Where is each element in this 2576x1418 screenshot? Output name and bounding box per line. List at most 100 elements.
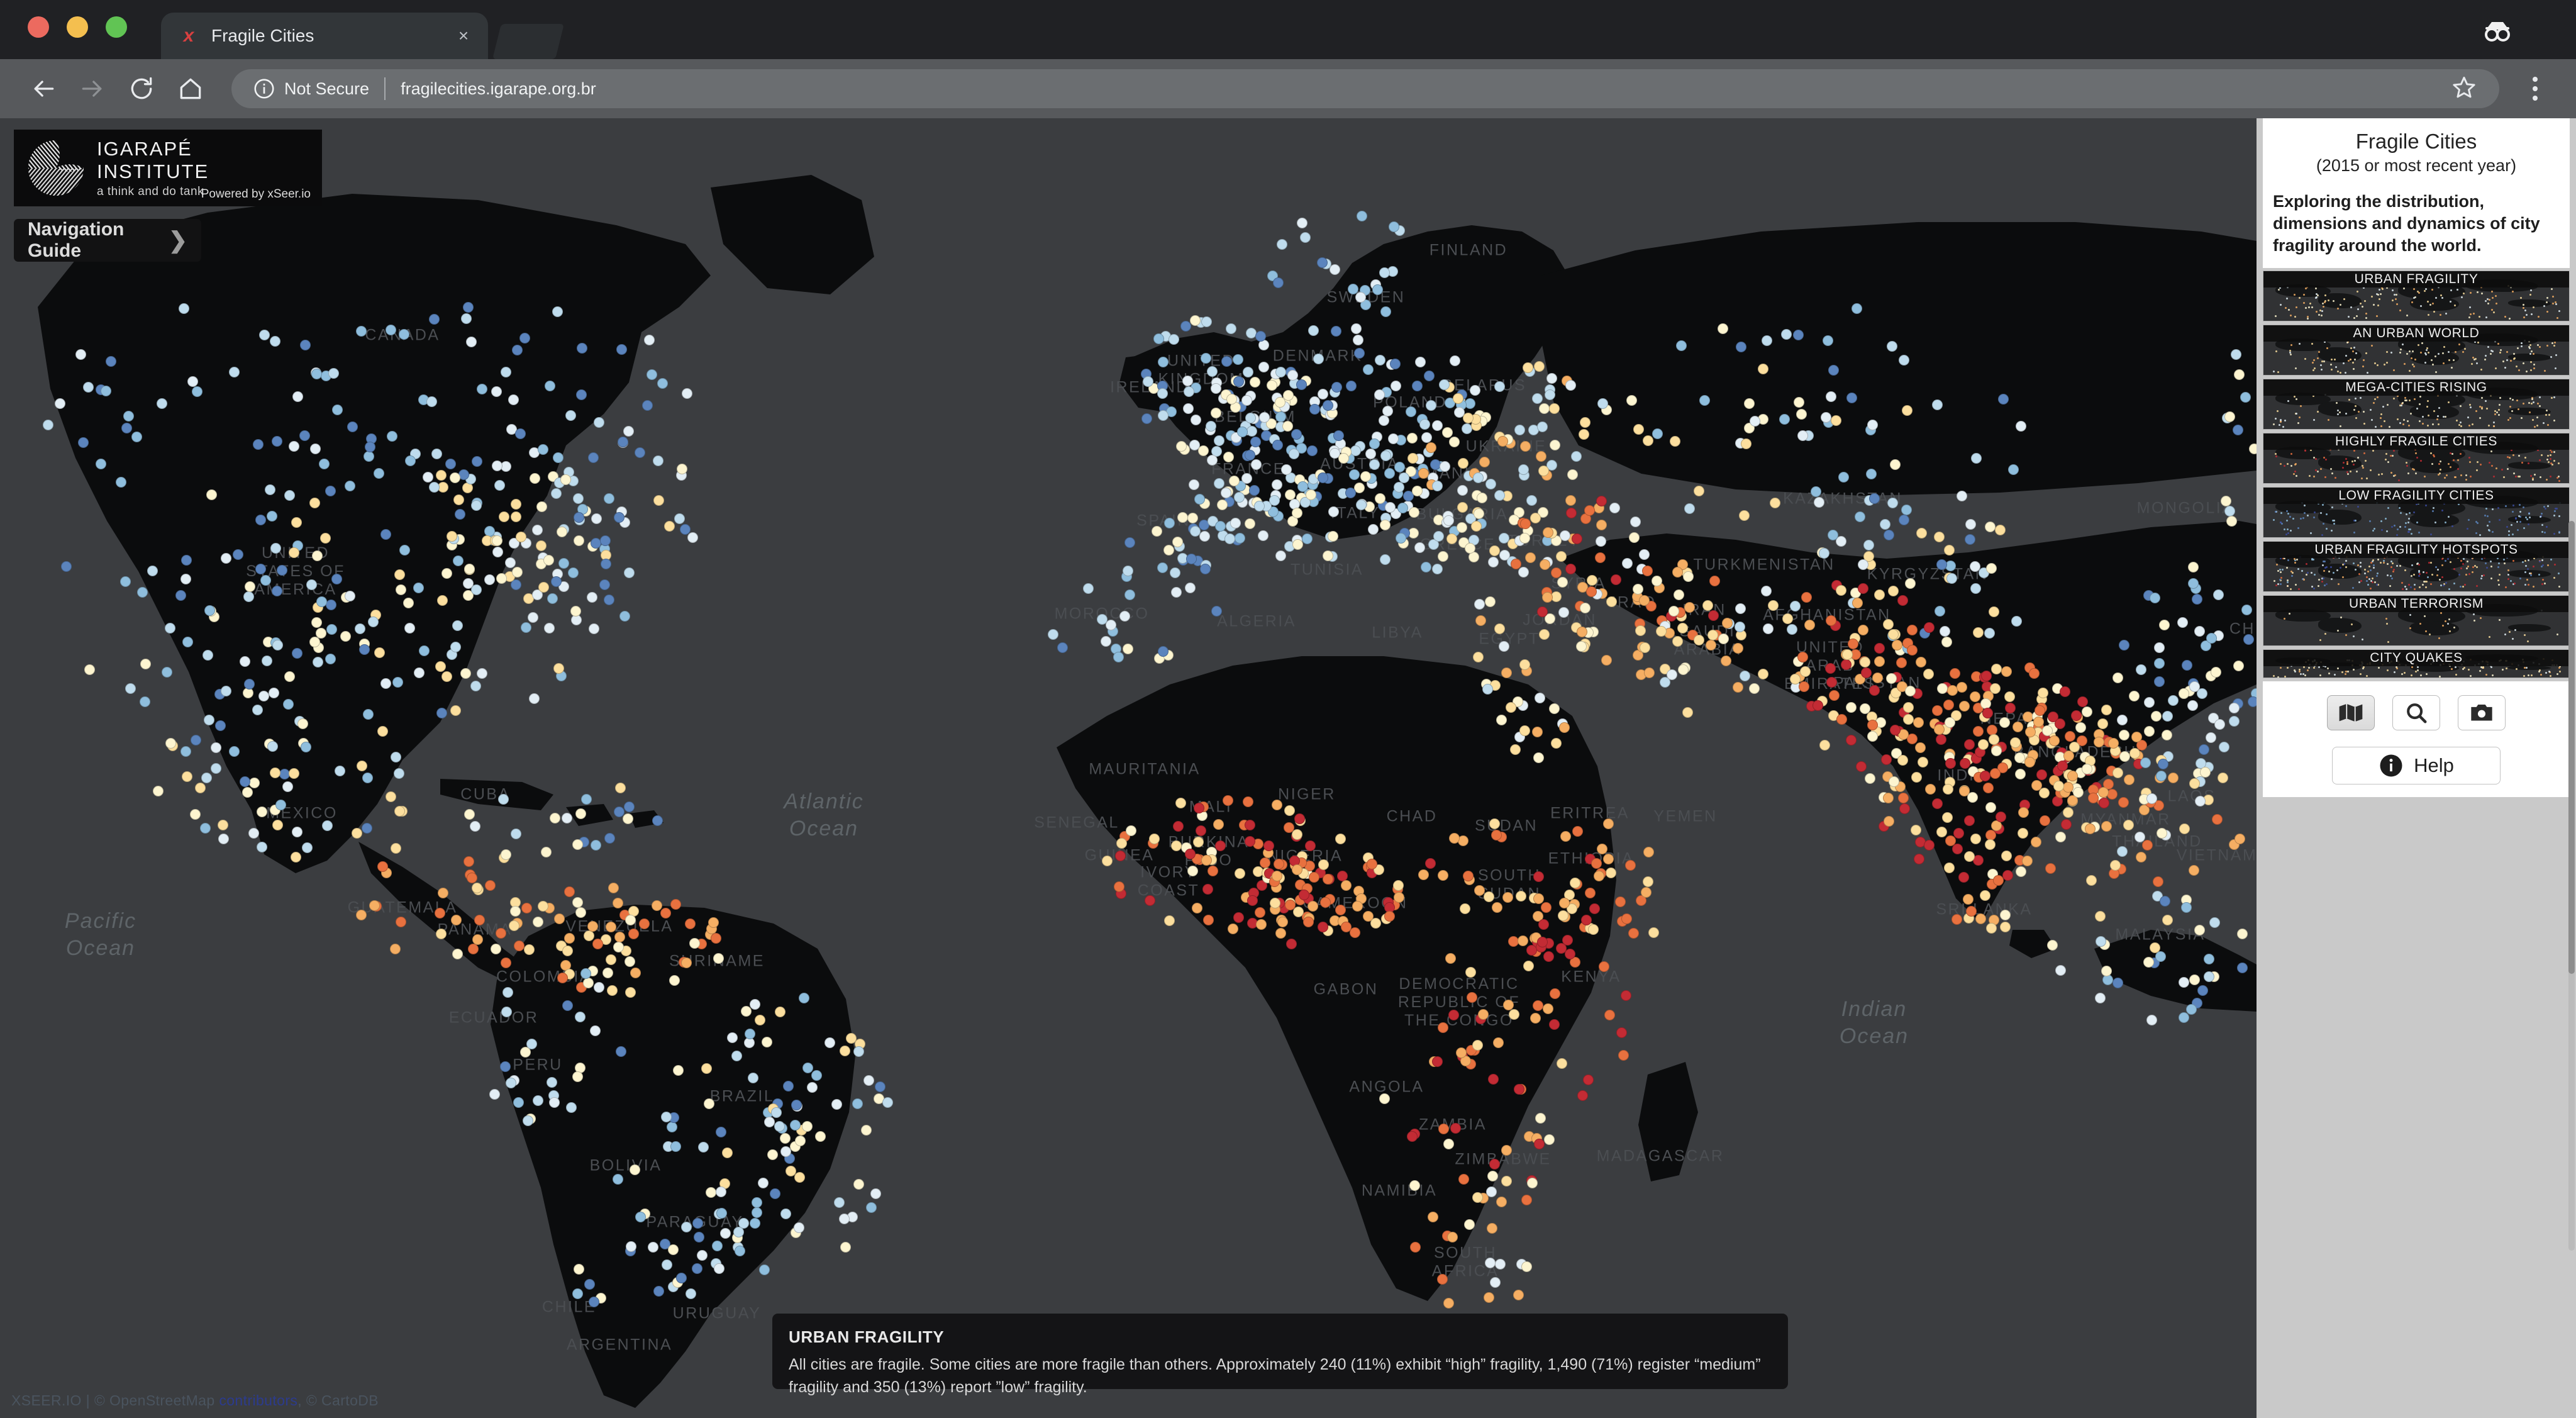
city-point[interactable] [42,420,53,430]
city-point[interactable] [2116,846,2128,857]
city-point[interactable] [1677,622,1688,634]
city-point[interactable] [1549,703,1560,714]
city-point[interactable] [423,471,434,483]
city-point[interactable] [755,1014,766,1025]
city-point[interactable] [1284,489,1296,500]
city-point[interactable] [1306,445,1318,457]
city-point[interactable] [515,532,526,543]
city-point[interactable] [1331,381,1342,393]
city-point[interactable] [1810,486,1821,497]
city-point[interactable] [1589,903,1600,915]
attribution-contributors[interactable]: contributors [215,1392,298,1409]
city-point[interactable] [1762,335,1773,347]
city-point[interactable] [840,1045,851,1056]
city-point[interactable] [1898,792,1909,803]
city-point[interactable] [2119,639,2130,650]
city-point[interactable] [1464,543,1475,554]
city-point[interactable] [1313,354,1324,365]
city-point[interactable] [1372,284,1383,295]
city-point[interactable] [491,460,502,471]
city-point[interactable] [1158,410,1169,421]
city-point[interactable] [2198,744,2209,755]
city-point[interactable] [1801,592,1812,603]
city-point[interactable] [716,1207,727,1219]
city-point[interactable] [1501,667,1512,679]
city-point[interactable] [2197,985,2208,996]
city-point[interactable] [1514,424,1525,435]
city-point[interactable] [670,1141,681,1152]
city-point[interactable] [362,772,373,783]
city-point[interactable] [292,826,303,837]
city-point[interactable] [1368,459,1380,470]
close-tab-icon[interactable]: × [453,26,474,46]
city-point[interactable] [1523,362,1534,374]
city-point[interactable] [1673,589,1684,601]
city-point[interactable] [1457,484,1468,496]
city-point[interactable] [395,584,406,595]
city-point[interactable] [1869,493,1880,504]
city-point[interactable] [1767,600,1779,611]
city-point[interactable] [2101,704,2112,715]
city-point[interactable] [1519,725,1530,736]
city-point[interactable] [519,333,530,344]
city-point[interactable] [452,948,463,959]
city-point[interactable] [510,511,521,523]
city-point[interactable] [2029,667,2040,679]
city-point[interactable] [2045,863,2056,874]
city-point[interactable] [1800,666,1811,677]
city-point[interactable] [548,1097,560,1108]
city-point[interactable] [1362,364,1374,375]
city-point[interactable] [1475,615,1486,626]
city-point[interactable] [550,488,562,499]
city-point[interactable] [1489,545,1500,556]
city-point[interactable] [623,801,635,813]
city-point[interactable] [1549,439,1560,450]
city-point[interactable] [603,595,614,606]
city-point[interactable] [600,535,611,546]
city-point[interactable] [1994,525,2006,536]
city-point[interactable] [1244,820,1255,831]
city-point[interactable] [272,435,283,447]
city-point[interactable] [527,611,538,623]
city-point[interactable] [1449,832,1460,844]
city-point[interactable] [693,1231,704,1242]
city-point[interactable] [547,593,558,605]
city-point[interactable] [574,1011,586,1022]
city-point[interactable] [106,355,117,367]
city-point[interactable] [500,957,511,968]
city-point[interactable] [484,574,495,586]
city-point[interactable] [1901,505,1912,516]
city-point[interactable] [2034,705,2045,717]
city-point[interactable] [1448,1010,1459,1021]
city-point[interactable] [1369,438,1380,449]
city-point[interactable] [562,946,573,957]
city-point[interactable] [1913,717,1924,729]
city-point[interactable] [1519,441,1531,452]
city-point[interactable] [1621,913,1632,925]
city-point[interactable] [2218,741,2229,752]
city-point[interactable] [311,617,323,628]
city-point[interactable] [1221,355,1233,367]
city-point[interactable] [603,493,614,504]
city-point[interactable] [1411,485,1423,496]
city-point[interactable] [2081,763,2092,774]
city-point[interactable] [1586,575,1597,586]
city-point[interactable] [1450,1122,1462,1134]
city-point[interactable] [605,954,616,965]
city-point[interactable] [2210,666,2221,678]
city-point[interactable] [60,561,72,572]
city-point[interactable] [1732,642,1743,654]
city-point[interactable] [1889,724,1901,735]
city-point[interactable] [2064,730,2075,742]
city-point[interactable] [1483,1292,1494,1304]
city-point[interactable] [2151,710,2162,722]
city-point[interactable] [726,1032,738,1044]
city-point[interactable] [1474,885,1485,896]
city-point[interactable] [210,763,221,774]
city-point[interactable] [2204,971,2215,982]
city-point[interactable] [573,511,584,523]
city-point[interactable] [1294,813,1305,825]
city-point[interactable] [1583,1074,1594,1085]
city-point[interactable] [1885,673,1897,684]
city-point[interactable] [2181,902,2192,913]
